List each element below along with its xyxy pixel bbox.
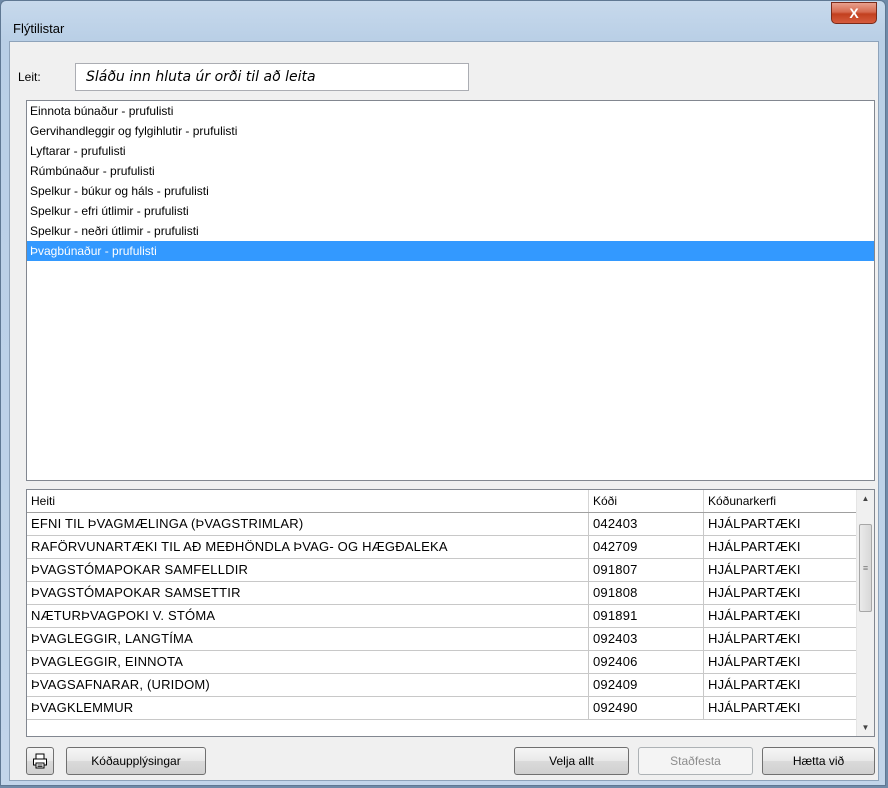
cell-coding-system: HJÁLPARTÆKI — [704, 697, 857, 719]
title-bar[interactable]: Flýtilistar X — [1, 1, 885, 41]
column-header-name[interactable]: Heiti — [27, 490, 589, 512]
cell-code: 092409 — [589, 674, 704, 696]
table-row[interactable]: ÞVAGSTÓMAPOKAR SAMSETTIR 091808 HJÁLPARTÆK… — [27, 582, 857, 605]
table-row[interactable]: NÆTURÞVAGPOKI V. STÓMA 091891 HJÁLPARTÆKI — [27, 605, 857, 628]
list-item[interactable]: Rúmbúnaður - prufulisti — [27, 161, 874, 181]
column-header-code[interactable]: Kóði — [589, 490, 704, 512]
cell-coding-system: HJÁLPARTÆKI — [704, 536, 857, 558]
cell-coding-system: HJÁLPARTÆKI — [704, 582, 857, 604]
list-item[interactable]: Spelkur - neðri útlimir - prufulisti — [27, 221, 874, 241]
cell-name: NÆTURÞVAGPOKI V. STÓMA — [27, 605, 589, 627]
cell-code: 091807 — [589, 559, 704, 581]
cell-coding-system: HJÁLPARTÆKI — [704, 628, 857, 650]
search-input[interactable] — [75, 63, 469, 91]
print-button[interactable] — [26, 747, 54, 775]
confirm-button[interactable]: Staðfesta — [638, 747, 753, 775]
cell-name: ÞVAGSAFNARAR, (URIDOM) — [27, 674, 589, 696]
cell-code: 042403 — [589, 513, 704, 535]
cell-code: 092490 — [589, 697, 704, 719]
cell-coding-system: HJÁLPARTÆKI — [704, 605, 857, 627]
table-row[interactable]: ÞVAGLEGGIR, EINNOTA 092406 HJÁLPARTÆKI — [27, 651, 857, 674]
grid-scrollbar[interactable]: ▲ ≡ ▼ — [856, 490, 874, 736]
window-title: Flýtilistar — [13, 21, 65, 36]
cell-name: ÞVAGSTÓMAPOKAR SAMFELLDIR — [27, 559, 589, 581]
cell-code: 092406 — [589, 651, 704, 673]
table-row[interactable]: ÞVAGSTÓMAPOKAR SAMFELLDIR 091807 HJÁLPARTÆ… — [27, 559, 857, 582]
cell-name: ÞVAGLEGGIR, EINNOTA — [27, 651, 589, 673]
printer-icon — [33, 753, 47, 769]
dialog-client-area: Leit: Einnota búnaður - prufulistiGervih… — [9, 41, 879, 781]
cell-code: 091808 — [589, 582, 704, 604]
cell-coding-system: HJÁLPARTÆKI — [704, 513, 857, 535]
cell-code: 091891 — [589, 605, 704, 627]
list-item[interactable]: Spelkur - efri útlimir - prufulisti — [27, 201, 874, 221]
code-info-button[interactable]: Kóðaupplýsingar — [66, 747, 206, 775]
list-item[interactable]: Gervihandleggir og fylgihlutir - prufuli… — [27, 121, 874, 141]
cell-coding-system: HJÁLPARTÆKI — [704, 559, 857, 581]
list-item[interactable]: Þvagbúnaður - prufulisti — [27, 241, 874, 261]
grid-header: Heiti Kóði Kóðunarkerfi — [27, 490, 857, 513]
cell-name: EFNI TIL ÞVAGMÆLINGA (ÞVAGSTRIMLAR) — [27, 513, 589, 535]
list-item[interactable]: Einnota búnaður - prufulisti — [27, 101, 874, 121]
dialog-window: Flýtilistar X Leit: Einnota búnaður - pr… — [0, 0, 886, 786]
scroll-down-icon[interactable]: ▼ — [857, 719, 874, 736]
table-row[interactable]: EFNI TIL ÞVAGMÆLINGA (ÞVAGSTRIMLAR) 04240… — [27, 513, 857, 536]
cell-name: ÞVAGKLEMMUR — [27, 697, 589, 719]
select-all-button[interactable]: Velja allt — [514, 747, 629, 775]
table-row[interactable]: ÞVAGKLEMMUR 092490 HJÁLPARTÆKI — [27, 697, 857, 720]
column-header-coding-system[interactable]: Kóðunarkerfi — [704, 490, 857, 512]
items-grid: Heiti Kóði Kóðunarkerfi EFNI TIL ÞVAGMÆL… — [26, 489, 875, 737]
quicklist-listbox[interactable]: Einnota búnaður - prufulisti Gervihandleg… — [26, 100, 875, 481]
cell-code: 042709 — [589, 536, 704, 558]
close-icon: X — [849, 5, 859, 21]
cell-name: ÞVAGLEGGIR, LANGTÍMA — [27, 628, 589, 650]
grid-rows: EFNI TIL ÞVAGMÆLINGA (ÞVAGSTRIMLAR) 04240… — [27, 513, 857, 720]
scroll-up-icon[interactable]: ▲ — [857, 490, 874, 507]
cell-name: ÞVAGSTÓMAPOKAR SAMSETTIR — [27, 582, 589, 604]
table-row[interactable]: ÞVAGLEGGIR, LANGTÍMA 092403 HJÁLPARTÆKI — [27, 628, 857, 651]
table-row[interactable]: ÞVAGSAFNARAR, (URIDOM) 092409 HJÁLPARTÆKI — [27, 674, 857, 697]
search-label: Leit: — [18, 70, 41, 84]
cell-code: 092403 — [589, 628, 704, 650]
close-button[interactable]: X — [831, 2, 877, 24]
scroll-thumb[interactable]: ≡ — [859, 524, 872, 612]
list-item[interactable]: Spelkur - búkur og háls - prufulisti — [27, 181, 874, 201]
cell-name: RAFÖRVUNARTÆKI TIL AÐ MEÐHÖNDLA ÞVAG- OG… — [27, 536, 589, 558]
cell-coding-system: HJÁLPARTÆKI — [704, 674, 857, 696]
cell-coding-system: HJÁLPARTÆKI — [704, 651, 857, 673]
list-item[interactable]: Lyftarar - prufulisti — [27, 141, 874, 161]
cancel-button[interactable]: Hætta við — [762, 747, 875, 775]
table-row[interactable]: RAFÖRVUNARTÆKI TIL AÐ MEÐHÖNDLA ÞVAG- OG… — [27, 536, 857, 559]
